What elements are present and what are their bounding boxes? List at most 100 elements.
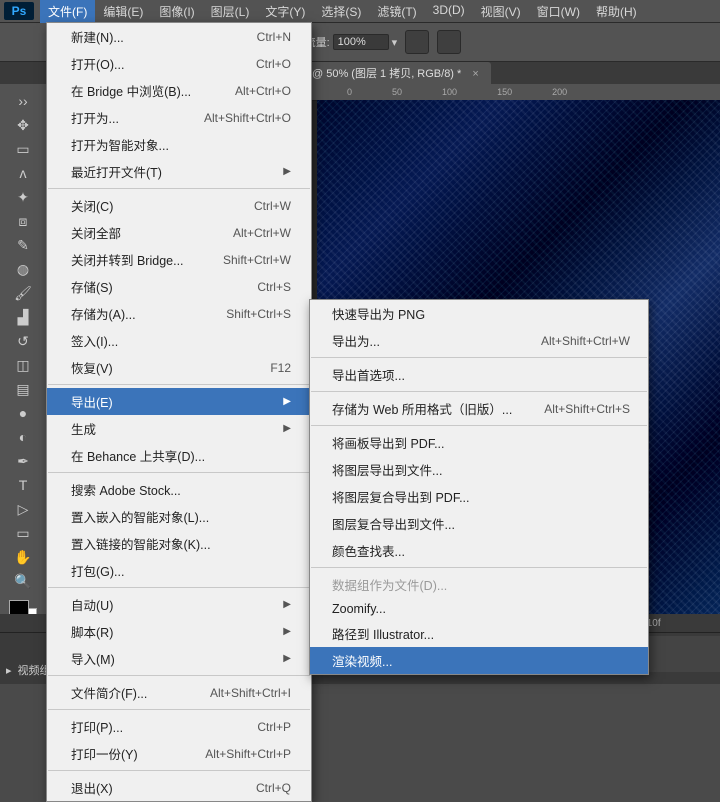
gradient-tool[interactable]: ▤	[12, 378, 34, 400]
export-menu-item-1[interactable]: 导出为...Alt+Shift+Ctrl+W	[310, 327, 648, 354]
menu-item-label: 自动(U)	[71, 595, 113, 614]
menu-图层[interactable]: 图层(L)	[203, 0, 258, 23]
export-menu-item-0[interactable]: 快速导出为 PNG	[310, 300, 648, 327]
menu-item-label: 脚本(R)	[71, 622, 113, 641]
file-menu-item-9[interactable]: 关闭并转到 Bridge...Shift+Ctrl+W	[47, 246, 311, 273]
file-menu-item-17[interactable]: 在 Behance 上共享(D)...	[47, 442, 311, 469]
dropdown-icon[interactable]: ▾	[392, 36, 398, 49]
file-menu-item-24[interactable]: 自动(U)▶	[47, 591, 311, 618]
menu-shortcut: Ctrl+S	[257, 280, 291, 294]
menu-shortcut: Alt+Shift+Ctrl+P	[205, 747, 291, 761]
brush-tool[interactable]: 🖌	[12, 282, 34, 304]
file-menu-item-31[interactable]: 打印一份(Y)Alt+Shift+Ctrl+P	[47, 740, 311, 767]
document-tab-title: @ 50% (图层 1 拷贝, RGB/8) *	[312, 68, 461, 80]
export-menu-item-8[interactable]: 将图层导出到文件...	[310, 456, 648, 483]
file-menu-item-28[interactable]: 文件简介(F)...Alt+Shift+Ctrl+I	[47, 679, 311, 706]
menu-窗口[interactable]: 窗口(W)	[529, 0, 588, 23]
pressure-size-button[interactable]	[437, 30, 461, 54]
export-menu-item-3[interactable]: 导出首选项...	[310, 361, 648, 388]
file-menu-item-19[interactable]: 搜索 Adobe Stock...	[47, 476, 311, 503]
file-menu-item-21[interactable]: 置入链接的智能对象(K)...	[47, 530, 311, 557]
lasso-tool[interactable]: ʌ	[12, 162, 34, 184]
file-menu-item-15[interactable]: 导出(E)▶	[47, 388, 311, 415]
file-menu-item-13[interactable]: 恢复(V)F12	[47, 354, 311, 381]
submenu-arrow-icon: ▶	[283, 626, 291, 637]
export-menu-item-11[interactable]: 颜色查找表...	[310, 537, 648, 564]
menu-separator	[311, 425, 647, 426]
dodge-tool[interactable]: ◐	[12, 426, 34, 448]
menu-shortcut: Ctrl+Q	[256, 781, 291, 795]
menu-编辑[interactable]: 编辑(E)	[95, 0, 151, 23]
export-menu-item-9[interactable]: 将图层复合导出到 PDF...	[310, 483, 648, 510]
file-menu-item-4[interactable]: 打开为智能对象...	[47, 131, 311, 158]
menu-3d[interactable]: 3D(D)	[425, 0, 473, 23]
file-menu-item-26[interactable]: 导入(M)▶	[47, 645, 311, 672]
export-menu-item-13: 数据组作为文件(D)...	[310, 571, 648, 598]
menu-item-label: 打印(P)...	[71, 717, 123, 736]
menu-item-label: 置入链接的智能对象(K)...	[71, 534, 211, 553]
eyedropper-tool[interactable]: ✎	[12, 234, 34, 256]
menu-滤镜[interactable]: 滤镜(T)	[369, 0, 424, 23]
export-menu-item-14[interactable]: Zoomify...	[310, 598, 648, 620]
file-menu-item-3[interactable]: 打开为...Alt+Shift+Ctrl+O	[47, 104, 311, 131]
file-menu-item-5[interactable]: 最近打开文件(T)▶	[47, 158, 311, 185]
file-menu-item-16[interactable]: 生成 ▶	[47, 415, 311, 442]
file-menu-item-2[interactable]: 在 Bridge 中浏览(B)...Alt+Ctrl+O	[47, 77, 311, 104]
menu-shortcut: Alt+Ctrl+O	[235, 84, 291, 98]
file-menu-item-8[interactable]: 关闭全部Alt+Ctrl+W	[47, 219, 311, 246]
menu-item-label: Zoomify...	[332, 602, 386, 616]
document-tab[interactable]: @ 50% (图层 1 拷贝, RGB/8) * ×	[300, 62, 491, 84]
menu-视图[interactable]: 视图(V)	[473, 0, 529, 23]
eraser-tool[interactable]: ◫	[12, 354, 34, 376]
toolbar-grip[interactable]: ››	[3, 90, 43, 112]
file-menu-item-1[interactable]: 打开(O)...Ctrl+O	[47, 50, 311, 77]
airbrush-button[interactable]	[405, 30, 429, 54]
file-menu-item-25[interactable]: 脚本(R) ▶	[47, 618, 311, 645]
file-menu-item-11[interactable]: 存储为(A)...Shift+Ctrl+S	[47, 300, 311, 327]
menu-item-label: 存储为(A)...	[71, 304, 136, 323]
clone-stamp-tool[interactable]: ▟	[12, 306, 34, 328]
export-menu-item-16[interactable]: 渲染视频...	[310, 647, 648, 674]
flow-input[interactable]: 100%	[333, 34, 389, 50]
healing-brush-tool[interactable]: ◍	[12, 258, 34, 280]
file-menu-item-30[interactable]: 打印(P)...Ctrl+P	[47, 713, 311, 740]
path-selection-tool[interactable]: ▷	[12, 498, 34, 520]
pen-tool[interactable]: ✒	[12, 450, 34, 472]
menu-item-label: 搜索 Adobe Stock...	[71, 480, 181, 499]
file-menu-item-12[interactable]: 签入(I)...	[47, 327, 311, 354]
export-menu-item-15[interactable]: 路径到 Illustrator...	[310, 620, 648, 647]
menu-文字[interactable]: 文字(Y)	[257, 0, 313, 23]
submenu-arrow-icon: ▶	[283, 423, 291, 434]
file-menu-item-33[interactable]: 退出(X)Ctrl+Q	[47, 774, 311, 801]
menu-帮助[interactable]: 帮助(H)	[588, 0, 645, 23]
rectangle-tool[interactable]: ▭	[12, 522, 34, 544]
zoom-tool[interactable]: 🔍	[12, 570, 34, 592]
menu-separator	[48, 472, 310, 473]
file-menu-item-22[interactable]: 打包(G)...	[47, 557, 311, 584]
type-tool[interactable]: T	[12, 474, 34, 496]
menu-文件[interactable]: 文件(F)	[40, 0, 95, 23]
chevron-right-icon[interactable]: ▸	[6, 664, 12, 677]
menu-item-label: 新建(N)...	[71, 27, 124, 46]
file-menu-item-7[interactable]: 关闭(C)Ctrl+W	[47, 192, 311, 219]
menu-图像[interactable]: 图像(I)	[151, 0, 202, 23]
crop-tool[interactable]: ⧈	[12, 210, 34, 232]
move-tool[interactable]: ✥	[12, 114, 34, 136]
history-brush-tool[interactable]: ↺	[12, 330, 34, 352]
blur-tool[interactable]: ●	[12, 402, 34, 424]
close-icon[interactable]: ×	[472, 68, 478, 80]
marquee-tool[interactable]: ▭	[12, 138, 34, 160]
file-menu-item-10[interactable]: 存储(S)Ctrl+S	[47, 273, 311, 300]
export-menu-item-10[interactable]: 图层复合导出到文件...	[310, 510, 648, 537]
export-menu-item-7[interactable]: 将画板导出到 PDF...	[310, 429, 648, 456]
magic-wand-tool[interactable]: ✦	[12, 186, 34, 208]
menu-item-label: 打开为智能对象...	[71, 135, 169, 154]
file-menu-item-20[interactable]: 置入嵌入的智能对象(L)...	[47, 503, 311, 530]
export-menu-item-5[interactable]: 存储为 Web 所用格式（旧版）...Alt+Shift+Ctrl+S	[310, 395, 648, 422]
menu-item-label: 将图层复合导出到 PDF...	[332, 487, 470, 506]
menu-shortcut: F12	[270, 361, 291, 375]
menu-选择[interactable]: 选择(S)	[313, 0, 369, 23]
file-menu-item-0[interactable]: 新建(N)...Ctrl+N	[47, 23, 311, 50]
hand-tool[interactable]: ✋	[12, 546, 34, 568]
menu-item-label: 生成	[71, 419, 96, 438]
